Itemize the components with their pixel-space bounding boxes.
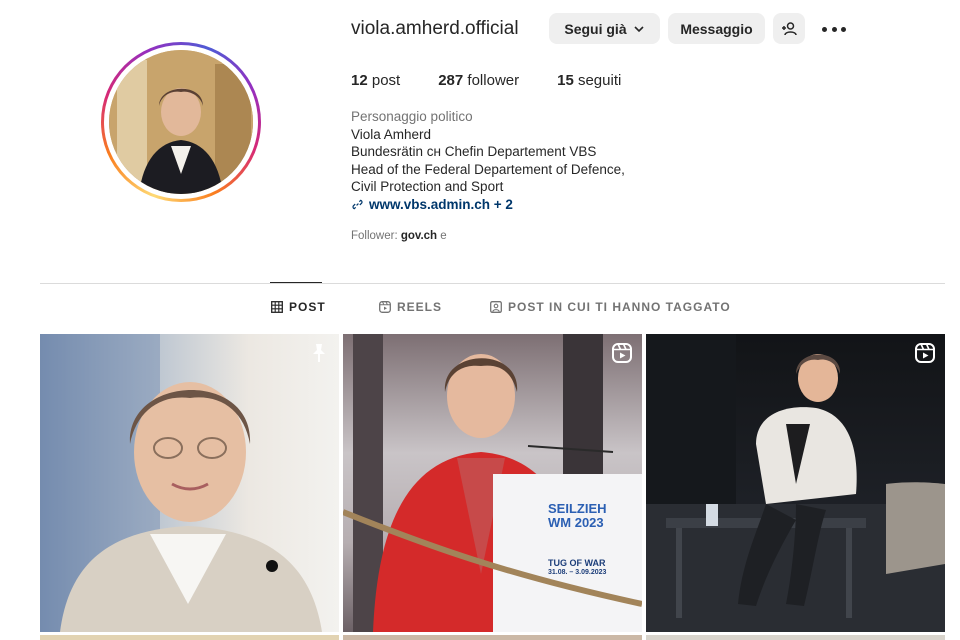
grid-post[interactable] (646, 635, 945, 640)
following-button-label: Segui già (564, 20, 627, 37)
post-thumbnail (40, 334, 322, 632)
sign-dates: 31.08. – 3.09.2023 (548, 568, 607, 576)
profile-link-text: www.vbs.admin.ch + 2 (369, 196, 513, 212)
profile-bio: Personaggio politico Viola Amherd Bundes… (351, 108, 681, 213)
profile-avatar-ring[interactable] (101, 42, 261, 202)
tab-reels[interactable]: REELS (379, 300, 442, 314)
pin-icon (313, 344, 325, 362)
grid-post[interactable] (343, 635, 642, 640)
stat-followers[interactable]: 287 follower (438, 72, 519, 89)
ellipsis-icon (822, 26, 827, 32)
ellipsis-icon (831, 26, 837, 32)
tagged-icon (490, 301, 502, 313)
grid-post[interactable] (40, 334, 339, 632)
message-button[interactable]: Messaggio (668, 13, 765, 44)
followed-by-account: gov.ch (400, 230, 438, 242)
link-icon (352, 199, 363, 210)
following-count: 15 (557, 72, 574, 89)
avatar-photo (109, 50, 253, 194)
followed-by-suffix: e (440, 230, 447, 242)
add-user-button[interactable] (773, 13, 805, 44)
posts-label: post (371, 72, 401, 89)
person-plus-icon (782, 21, 797, 35)
tab-posts[interactable]: POST (271, 300, 326, 314)
chevron-down-icon (634, 25, 644, 32)
tab-tagged-label: POST IN CUI TI HANNO TAGGATO (508, 300, 731, 314)
following-label: seguiti (577, 72, 622, 89)
avatar[interactable] (109, 50, 253, 194)
profile-full-name: Viola Amherd (351, 126, 432, 142)
grid-icon (271, 301, 283, 313)
tab-tagged[interactable]: POST IN CUI TI HANNO TAGGATO (490, 300, 731, 314)
profile-username: viola.amherd.official (351, 18, 519, 39)
sign-title: SEILZIEH (548, 501, 607, 516)
following-button[interactable]: Segui già (549, 13, 660, 44)
active-tab-indicator (270, 282, 322, 283)
followers-label: follower (467, 72, 520, 89)
avatar-frame (104, 45, 258, 199)
post-thumbnail (646, 334, 945, 632)
profile-stats: 12 post 287 follower 15 seguiti (351, 72, 621, 89)
message-button-label: Messaggio (680, 20, 753, 37)
bio-line: Head of the Federal Departement of Defen… (351, 161, 625, 177)
followed-by[interactable]: Follower: gov.ch e (351, 230, 447, 242)
sign-tag: TUG OF WAR (548, 558, 606, 569)
tab-posts-label: POST (289, 300, 326, 314)
grid-post[interactable] (40, 635, 339, 640)
tab-reels-label: REELS (397, 300, 443, 314)
tabs-divider (40, 283, 945, 284)
event-sign: SEILZIEH WM 2023 TUG OF WAR 31.08. – 3.0… (548, 502, 642, 576)
ellipsis-icon (841, 26, 846, 32)
grid-post[interactable] (646, 334, 945, 632)
bio-line: Civil Protection and Sport (351, 179, 504, 194)
profile-category: Personaggio politico (351, 109, 473, 124)
bio-line: Bundesrätin ᴄʜ Chefin Departement VBS (351, 144, 597, 159)
reels-icon (379, 301, 391, 313)
grid-post[interactable]: SEILZIEH WM 2023 TUG OF WAR 31.08. – 3.0… (343, 334, 642, 632)
post-thumbnail (343, 334, 642, 632)
more-options-button[interactable] (822, 19, 846, 39)
reels-icon (612, 343, 632, 363)
posts-count: 12 (351, 72, 368, 89)
profile-link[interactable]: www.vbs.admin.ch + 2 (351, 196, 681, 214)
followed-by-prefix: Follower: (351, 230, 398, 242)
stat-following[interactable]: 15 seguiti (557, 72, 621, 89)
sign-subtitle: WM 2023 (548, 514, 604, 530)
stat-posts: 12 post (351, 72, 400, 89)
reels-icon (915, 343, 935, 363)
followers-count: 287 (438, 72, 464, 89)
